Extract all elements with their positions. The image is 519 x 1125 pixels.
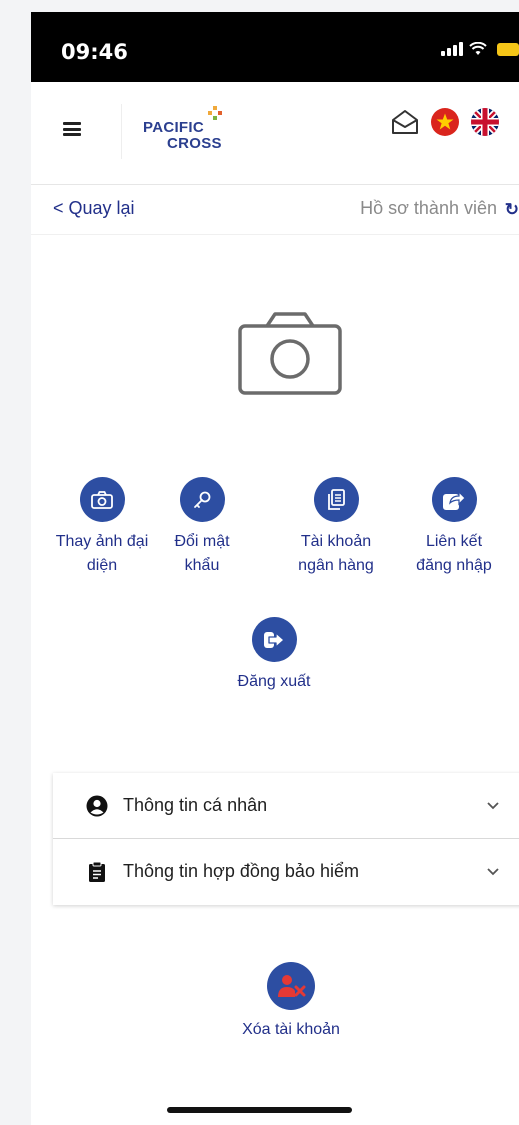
vietnam-flag-icon[interactable] [429,106,461,138]
page-title: Hồ sơ thành viên [360,198,497,218]
link-login-button[interactable]: Liên kết đăng nhập [404,477,504,578]
key-icon [179,477,225,522]
status-time: 09:46 [61,40,128,64]
pacific-cross-logo[interactable]: PACIFIC CROSS [143,106,243,154]
change-avatar-label: Thay ảnh đại diện [55,533,149,574]
refresh-icon[interactable]: ↻ [505,200,519,220]
share-icon [431,477,477,522]
user-delete-icon [267,962,315,1010]
change-password-button[interactable]: Đổi mật khẩu [162,477,242,578]
back-link[interactable]: < Quay lại [53,198,135,219]
change-avatar-button[interactable]: Thay ảnh đại diện [37,477,167,578]
chevron-down-icon[interactable] [485,797,501,813]
link-login-label: Liên kết đăng nhập [416,533,492,574]
wifi-icon [469,42,487,55]
insurance-contract-label: Thông tin hợp đồng bảo hiểm [123,861,359,881]
bank-account-label: Tài khoản ngân hàng [298,533,374,574]
signal-icon [441,40,463,56]
app-header: PACIFIC CROSS [31,82,519,185]
camera-icon [79,477,125,522]
delete-account-label: Xóa tài khoản [242,1021,340,1038]
mail-icon[interactable] [389,106,421,138]
logout-icon [251,617,297,662]
header-divider [121,104,122,159]
bank-account-button[interactable]: Tài khoản ngân hàng [286,477,386,578]
profile-sections: Thông tin cá nhân Thông tin hợp đồng bảo… [53,773,519,905]
phone-screen: 09:46 PACIFIC CROSS < Quay lại Hồ sơ thà… [31,12,519,1125]
profile-photo-placeholder-icon[interactable] [237,312,343,396]
home-indicator[interactable] [167,1107,352,1113]
logo-line1: PACIFIC [143,119,204,136]
system-indicators [441,40,519,56]
logo-line2: CROSS [167,135,222,152]
personal-info-section[interactable]: Thông tin cá nhân [53,773,519,839]
clipboard-icon [89,861,105,882]
change-password-label: Đổi mật khẩu [174,533,230,574]
logout-label: Đăng xuất [237,673,311,690]
logout-button[interactable]: Đăng xuất [224,617,324,694]
logo-mark-icon [208,106,222,120]
insurance-contract-section[interactable]: Thông tin hợp đồng bảo hiểm [53,839,519,905]
navigation-bar: < Quay lại Hồ sơ thành viên ↻ [31,185,519,235]
personal-info-label: Thông tin cá nhân [123,795,268,815]
delete-account-button[interactable]: Xóa tài khoản [216,962,366,1042]
header-actions [389,106,501,138]
copy-icon [313,477,359,522]
chevron-down-icon[interactable] [485,863,501,879]
battery-icon [497,43,519,56]
uk-flag-icon[interactable] [469,106,501,138]
user-circle-icon [86,795,108,817]
status-bar: 09:46 [31,12,519,82]
menu-icon[interactable] [63,122,81,136]
